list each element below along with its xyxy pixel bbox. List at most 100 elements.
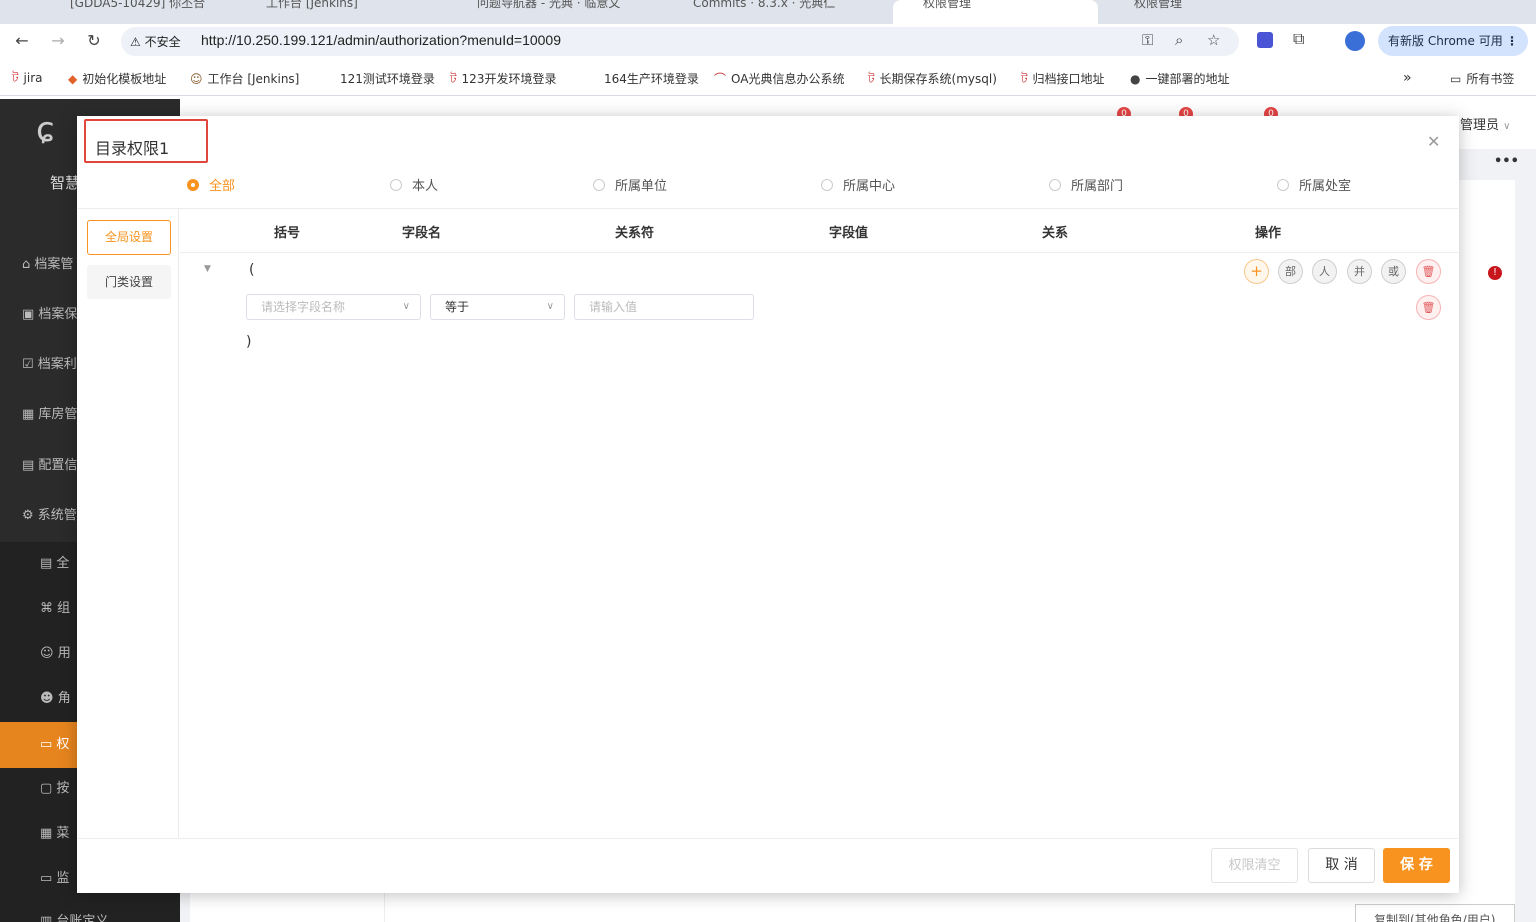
gitlab-icon: ◆: [68, 72, 78, 86]
brand-name: 智慧: [50, 174, 81, 192]
bookmark-item[interactable]: ● 一键部署的地址: [1130, 70, 1230, 87]
collapse-caret-icon[interactable]: ▼: [204, 264, 211, 274]
tab-label: [GDDA5-10429] 你丕合: [70, 0, 206, 10]
radio-dot: [390, 179, 402, 191]
column-header: 字段名: [402, 226, 442, 241]
column-header: 括号: [274, 226, 301, 241]
save-button[interactable]: 保 存: [1383, 848, 1450, 883]
delete-row-button[interactable]: 🗑: [1416, 295, 1441, 320]
bookmark-item[interactable]: ট 归档接口地址: [1021, 70, 1105, 91]
sidebar-subitem[interactable]: ▥ 台账定义: [0, 898, 180, 922]
chevron-down-icon: ∨: [546, 301, 554, 312]
scope-radio-department[interactable]: 所属部门: [1049, 175, 1123, 194]
column-header: 关系符: [615, 226, 655, 241]
bookmark-item[interactable]: ট 长期保存系统(mysql): [868, 70, 997, 91]
extensions-puzzle-icon[interactable]: ⧉: [1293, 29, 1304, 49]
nav-global-settings[interactable]: 全局设置: [87, 220, 171, 255]
file-icon: ▤: [40, 556, 57, 571]
bookmark-item[interactable]: ☺ 工作台 [Jenkins]: [190, 70, 299, 87]
star-icon[interactable]: ☆: [1207, 31, 1220, 49]
folder-icon: ▭: [1450, 72, 1462, 86]
browser-tab[interactable]: 问题导航器 - 光典 · 临意文×: [467, 0, 677, 24]
bookmark-item[interactable]: ◆ 初始化模板地址: [68, 70, 166, 87]
forward-icon[interactable]: →: [45, 30, 71, 54]
jira-icon: ট: [868, 72, 875, 86]
scope-radio-center[interactable]: 所属中心: [821, 175, 895, 194]
menu-dots-icon[interactable]: ⋮: [1506, 26, 1518, 56]
radio-dot: [187, 179, 199, 191]
grid-icon: ▦: [40, 826, 57, 841]
chrome-update-button[interactable]: 有新版 Chrome 可用 ⋮: [1378, 26, 1528, 56]
radio-dot: [821, 179, 833, 191]
column-header: 关系: [1042, 226, 1069, 241]
open-bracket: (: [249, 262, 255, 278]
field-value-input[interactable]: 请输入值: [574, 294, 754, 320]
warning-icon: ⚠: [130, 35, 141, 49]
browser-tab[interactable]: 权限管理×: [1104, 0, 1319, 24]
profile-avatar[interactable]: [1345, 31, 1365, 51]
field-name-select[interactable]: 请选择字段名称 ∨: [246, 294, 421, 320]
scope-radio-all[interactable]: 全部: [187, 175, 235, 194]
browser-tab[interactable]: Commits · 8.3.x · 光典仁×: [683, 0, 888, 24]
browser-tab-active[interactable]: 权限管理×: [893, 0, 1098, 24]
more-bookmarks-icon[interactable]: »: [1403, 70, 1412, 86]
close-icon[interactable]: ✕: [1427, 132, 1440, 151]
extension-icon[interactable]: [1257, 32, 1273, 48]
org-icon: ⌘: [40, 601, 58, 616]
user-icon: ☺: [40, 646, 58, 661]
doc-icon: ▤: [22, 458, 39, 473]
bookmark-item[interactable]: ট 123开发环境登录: [450, 70, 556, 91]
zoom-icon[interactable]: ⌕: [1175, 31, 1183, 49]
scope-radio-unit[interactable]: 所属单位: [593, 175, 667, 194]
delete-group-button[interactable]: 🗑: [1416, 259, 1441, 284]
user-menu[interactable]: 管理员 ∨: [1460, 114, 1510, 133]
scope-radio-office[interactable]: 所属处室: [1277, 175, 1351, 194]
browser-tab[interactable]: 工作台 [Jenkins]×: [256, 0, 461, 24]
globe-icon: ●: [1130, 72, 1141, 86]
update-label: 有新版 Chrome 可用: [1388, 34, 1503, 48]
and-condition-button[interactable]: 并: [1347, 259, 1372, 284]
add-condition-button[interactable]: +: [1244, 259, 1269, 284]
jenkins-icon: ☺: [190, 72, 203, 86]
reload-icon[interactable]: ↻: [81, 30, 107, 54]
tab-label: 权限管理: [923, 0, 972, 10]
copy-role-button[interactable]: 复制到(其他角色/用户): [1355, 904, 1515, 922]
ledger-icon: ▥: [40, 914, 57, 922]
tab-label: Commits · 8.3.x · 光典仁: [693, 0, 836, 10]
all-bookmarks[interactable]: ▭ 所有书签: [1450, 70, 1514, 87]
person-condition-button[interactable]: 人: [1312, 259, 1337, 284]
scope-radio-self[interactable]: 本人: [390, 175, 438, 194]
settings-nav: [78, 209, 179, 838]
check-icon: ☑: [22, 357, 38, 372]
bookmark-item[interactable]: 164生产环境登录: [604, 70, 699, 87]
divider: [78, 838, 1458, 839]
relation-select[interactable]: 等于 ∨: [430, 294, 565, 320]
or-condition-button[interactable]: 或: [1381, 259, 1406, 284]
bookmark-item[interactable]: ⌒ OA光典信息办公系统: [714, 70, 844, 87]
tab-label: 问题导航器 - 光典 · 临意文: [477, 0, 621, 10]
jira-icon: ট: [12, 71, 19, 85]
column-header: 字段值: [829, 226, 869, 241]
tab-label: 权限管理: [1134, 0, 1183, 10]
url-text[interactable]: http://10.250.199.121/admin/authorizatio…: [201, 32, 561, 48]
radio-dot: [1049, 179, 1061, 191]
jira-icon: ট: [1021, 72, 1028, 86]
warehouse-icon: ▦: [22, 407, 39, 422]
dept-condition-button[interactable]: 部: [1278, 259, 1303, 284]
modal-title: 目录权限1: [95, 139, 170, 158]
clear-permissions-button[interactable]: 权限清空: [1211, 848, 1298, 883]
browser-tab[interactable]: [GDDA5-10429] 你丕合×: [60, 0, 250, 24]
bookmark-item[interactable]: ট jira: [12, 70, 43, 90]
key-icon[interactable]: ⚿: [1142, 31, 1153, 49]
role-icon: ☻: [40, 691, 58, 706]
nav-category-settings[interactable]: 门类设置: [87, 265, 171, 299]
back-icon[interactable]: ←: [9, 30, 35, 54]
info-icon[interactable]: !: [1488, 266, 1502, 280]
chevron-down-icon: ∨: [1503, 121, 1511, 132]
radio-dot: [1277, 179, 1289, 191]
close-bracket: ): [246, 334, 252, 350]
insecure-indicator[interactable]: ⚠ 不安全: [130, 33, 181, 50]
cancel-button[interactable]: 取 消: [1308, 848, 1375, 883]
more-icon[interactable]: •••: [1494, 154, 1519, 169]
bookmark-item[interactable]: 121测试环境登录: [340, 70, 435, 87]
